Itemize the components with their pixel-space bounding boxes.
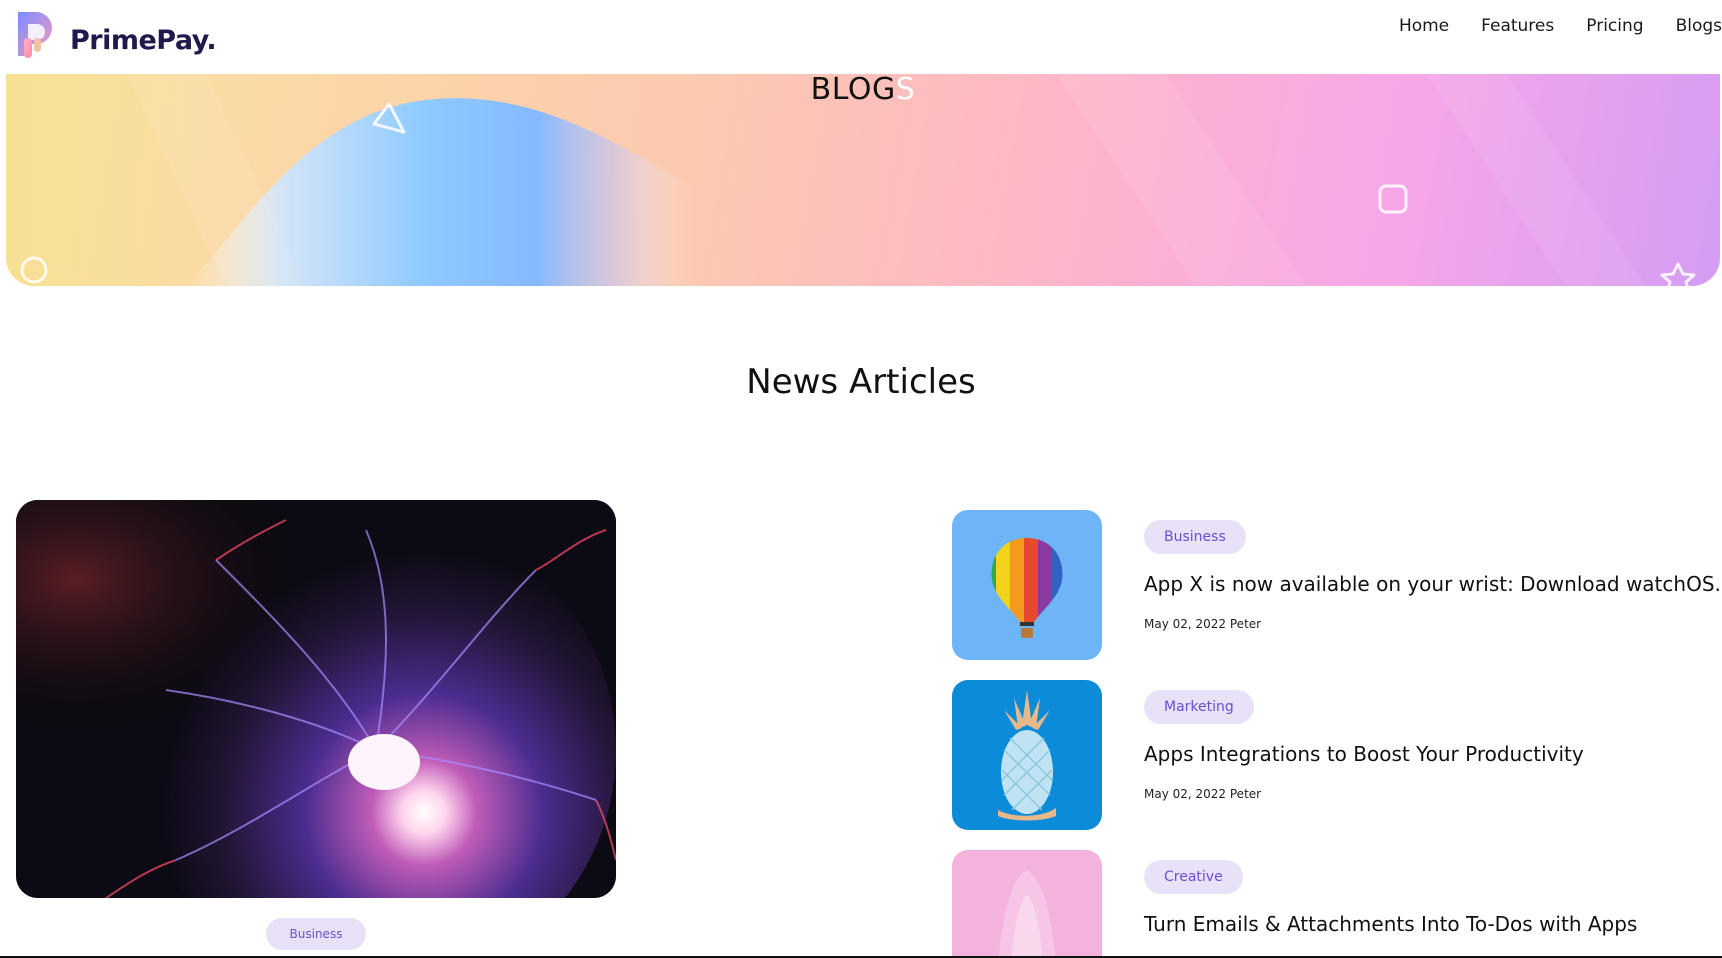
pink-chair-image[interactable]	[952, 850, 1102, 958]
hero-title-last-letter: S	[895, 74, 916, 107]
hot-air-balloon-image[interactable]	[952, 510, 1102, 660]
article-card[interactable]: Creative Turn Emails & Attachments Into …	[952, 850, 1722, 958]
category-badge[interactable]: Creative	[1144, 860, 1243, 894]
nav-pricing[interactable]: Pricing	[1586, 16, 1643, 36]
main-nav: Home Features Pricing Blogs	[1367, 16, 1722, 36]
featured-article-image[interactable]	[16, 500, 616, 898]
pineapple-image[interactable]	[952, 680, 1102, 830]
hero-title-main: BLOG	[810, 74, 896, 107]
pineapple-illustration	[998, 690, 1056, 821]
nav-features[interactable]: Features	[1481, 16, 1554, 36]
category-badge[interactable]: Business	[1144, 520, 1246, 554]
nav-blogs[interactable]: Blogs	[1676, 16, 1722, 36]
balloon-illustration	[991, 538, 1063, 638]
primepay-logo-icon	[14, 8, 62, 60]
article-meta: May 02, 2022 Peter	[1144, 617, 1262, 631]
chair-illustration	[998, 870, 1056, 958]
plasma-ball-image	[16, 500, 616, 898]
article-title[interactable]: Apps Integrations to Boost Your Producti…	[1144, 742, 1584, 766]
article-card[interactable]: Marketing Apps Integrations to Boost You…	[952, 680, 1722, 830]
article-title[interactable]: Turn Emails & Attachments Into To-Dos wi…	[1144, 912, 1637, 936]
brand-name: PrimePay.	[70, 24, 217, 56]
nav-home[interactable]: Home	[1399, 16, 1449, 36]
site-header: PrimePay. Home Features Pricing Blogs	[0, 0, 1722, 74]
hero-title: BLOGS	[6, 74, 1720, 107]
featured-category-badge[interactable]: Business	[266, 918, 366, 950]
article-title[interactable]: App X is now available on your wrist: Do…	[1144, 572, 1722, 596]
article-meta: May 02, 2022 Peter	[1144, 787, 1262, 801]
brand-logo[interactable]: PrimePay.	[14, 8, 217, 60]
hero-banner: BLOGS	[6, 74, 1720, 286]
section-title: News Articles	[746, 362, 976, 402]
category-badge[interactable]: Marketing	[1144, 690, 1254, 724]
article-card[interactable]: Business App X is now available on your …	[952, 510, 1722, 660]
